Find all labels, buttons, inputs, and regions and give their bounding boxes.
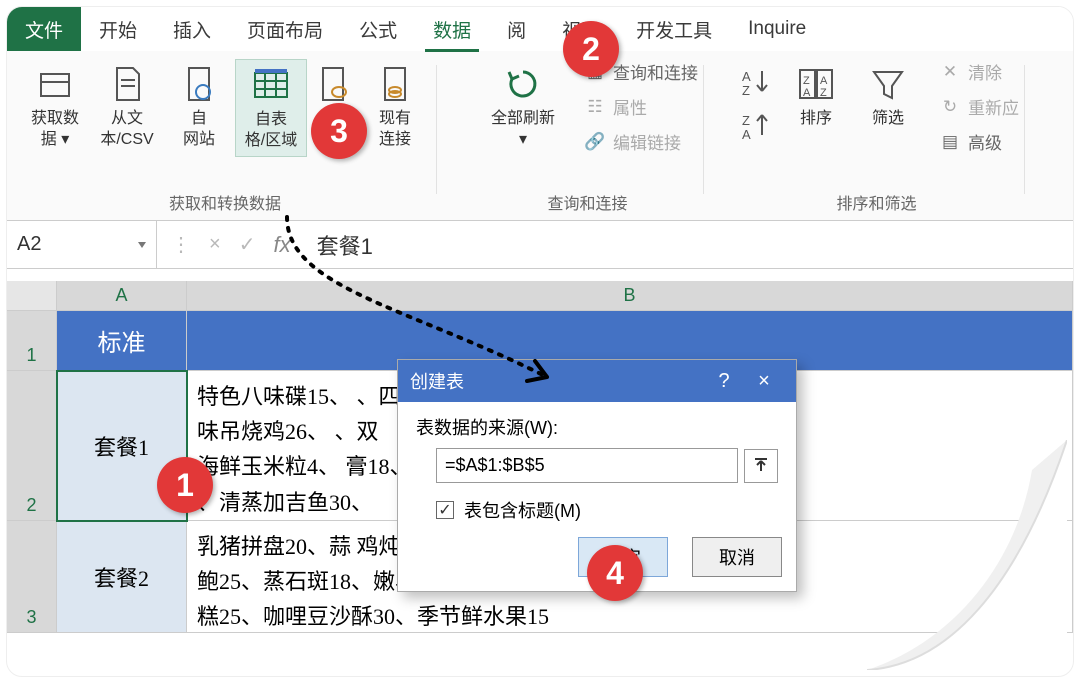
annotation-badge-2: 2 <box>563 21 619 77</box>
has-headers-checkbox[interactable]: ✓ 表包含标题(M) <box>436 497 778 523</box>
svg-text:A: A <box>820 75 828 87</box>
links-icon: 🔗 <box>585 132 605 152</box>
formula-bar: A2 ⋮ × ✓ fx 套餐1 <box>7 221 1073 269</box>
btn-existing-connections[interactable]: 现有 连接 <box>359 59 431 157</box>
dialog-title-text: 创建表 <box>410 368 464 394</box>
tab-data[interactable]: 数据 <box>415 7 489 51</box>
annotation-badge-1: 1 <box>157 457 213 513</box>
dialog-close-button[interactable]: × <box>744 370 784 393</box>
collapse-dialog-button[interactable] <box>744 449 778 483</box>
btn-refresh-all[interactable]: 全部刷新 ▾ <box>477 59 569 155</box>
ribbon: 获取数 据 ▾ 从文 本/CSV 自 网站 <box>7 51 1073 221</box>
tab-formulas[interactable]: 公式 <box>341 7 415 51</box>
checkbox-icon: ✓ <box>436 501 454 519</box>
btn-from-web[interactable]: 自 网站 <box>163 59 235 157</box>
file-db-icon <box>374 63 416 105</box>
tab-home[interactable]: 开始 <box>81 7 155 51</box>
tab-insert[interactable]: 插入 <box>155 7 229 51</box>
chevron-down-icon[interactable] <box>138 242 146 248</box>
funnel-icon <box>867 63 909 105</box>
group-get-transform: 获取数 据 ▾ 从文 本/CSV 自 网站 <box>13 57 437 220</box>
tab-developer[interactable]: 开发工具 <box>618 7 730 51</box>
svg-text:A: A <box>742 127 751 141</box>
name-box[interactable]: A2 <box>7 221 157 268</box>
svg-text:Z: Z <box>820 87 827 99</box>
row-header-1[interactable]: 1 <box>7 311 57 371</box>
fx-icon[interactable]: fx <box>273 232 290 258</box>
properties-icon: ☷ <box>585 97 605 117</box>
dots-icon: ⋮ <box>171 232 191 257</box>
column-header-a[interactable]: A <box>57 281 187 311</box>
column-header-b[interactable]: B <box>187 281 1073 311</box>
confirm-icon[interactable]: ✓ <box>239 232 256 257</box>
cancel-button[interactable]: 取消 <box>692 537 782 577</box>
globe-file-icon <box>178 63 220 105</box>
btn-from-table-range[interactable]: 自表 格/区域 <box>235 59 307 157</box>
table-icon <box>250 64 292 106</box>
dialog-titlebar[interactable]: 创建表 ? × <box>398 360 796 402</box>
database-icon <box>34 63 76 105</box>
reference-input[interactable] <box>436 448 738 483</box>
source-icon <box>312 63 354 105</box>
btn-properties[interactable]: ☷ 属性 <box>585 94 647 119</box>
clear-icon: ✕ <box>940 62 960 82</box>
btn-get-data[interactable]: 获取数 据 ▾ <box>19 59 91 157</box>
svg-text:A: A <box>742 69 751 84</box>
group-label-conn: 查询和连接 <box>547 188 627 216</box>
annotation-badge-3: 3 <box>311 103 367 159</box>
btn-from-csv[interactable]: 从文 本/CSV <box>91 59 163 157</box>
btn-filter[interactable]: 筛选 <box>852 59 924 154</box>
file-text-icon <box>106 63 148 105</box>
formula-input[interactable]: 套餐1 <box>305 221 1073 268</box>
svg-text:Z: Z <box>742 83 750 97</box>
tab-inquire[interactable]: Inquire <box>730 7 824 51</box>
refresh-icon <box>502 63 544 105</box>
group-label-sort: 排序和筛选 <box>836 188 916 216</box>
select-all-corner[interactable] <box>7 281 57 311</box>
svg-text:Z: Z <box>803 75 810 87</box>
reapply-icon: ↻ <box>940 97 960 117</box>
svg-text:Z: Z <box>742 113 750 128</box>
tab-review[interactable]: 阅 <box>489 7 544 51</box>
group-sort-filter: AZ ZA ZAAZ 排序 筛选 ✕ <box>704 57 1025 220</box>
row-header-2[interactable]: 2 <box>7 371 57 521</box>
btn-sort[interactable]: ZAAZ 排序 <box>780 59 852 154</box>
cell-a1[interactable]: 标准 <box>57 311 187 371</box>
ribbon-tabs: 文件 开始 插入 页面布局 公式 数据 阅 视图 开发工具 Inquire <box>7 7 1073 51</box>
group-queries-connections: 全部刷新 ▾ ▦ 查询和连接 ☷ 属性 🔗 编辑链接 <box>437 57 704 220</box>
annotation-badge-4: 4 <box>587 545 643 601</box>
tab-file[interactable]: 文件 <box>7 7 81 51</box>
cell-a3[interactable]: 套餐2 <box>57 521 187 633</box>
tab-pagelayout[interactable]: 页面布局 <box>229 7 341 51</box>
sort-za-icon[interactable]: ZA <box>740 111 774 141</box>
btn-clear-filter[interactable]: ✕ 清除 <box>940 59 1002 84</box>
btn-advanced-filter[interactable]: ▤ 高级 <box>940 129 1002 154</box>
svg-text:A: A <box>803 87 811 99</box>
group-label-get: 获取和转换数据 <box>169 188 281 216</box>
sort-az-icon[interactable]: AZ <box>740 67 774 97</box>
advanced-icon: ▤ <box>940 132 960 152</box>
dialog-source-label: 表数据的来源(W): <box>416 414 778 440</box>
row-header-3[interactable]: 3 <box>7 521 57 633</box>
btn-reapply[interactable]: ↻ 重新应 <box>940 94 1019 119</box>
cancel-icon[interactable]: × <box>209 233 221 256</box>
btn-edit-links[interactable]: 🔗 编辑链接 <box>585 129 681 154</box>
sort-panel-icon: ZAAZ <box>795 63 837 105</box>
dialog-help-button[interactable]: ? <box>704 370 744 393</box>
